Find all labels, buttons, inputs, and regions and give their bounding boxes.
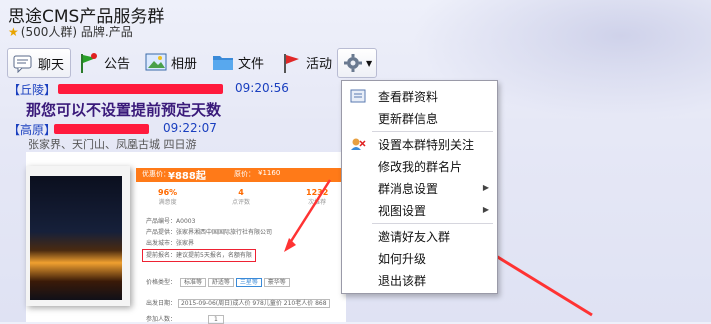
menu-item-update-group-info[interactable]: 更新群信息 (378, 110, 438, 127)
arrow-to-field (286, 179, 332, 247)
menu-separator (372, 223, 493, 224)
group-info-icon (350, 89, 366, 103)
menu-item-special-follow[interactable]: 设置本群特别关注 (378, 136, 474, 153)
menu-item-invite-friends[interactable]: 邀请好友入群 (378, 228, 450, 245)
menu-item-view-settings[interactable]: 视图设置 (378, 202, 426, 219)
menu-item-message-settings[interactable]: 群消息设置 (378, 180, 438, 197)
menu-item-edit-group-card[interactable]: 修改我的群名片 (378, 158, 462, 175)
menu-item-exit-group[interactable]: 退出该群 (378, 272, 426, 289)
submenu-arrow-icon: ▶ (482, 183, 489, 192)
group-context-menu: 查看群资料 更新群信息 设置本群特别关注 修改我的群名片 群消息设置 ▶ 视图设… (341, 80, 498, 294)
menu-item-view-group-info[interactable]: 查看群资料 (378, 88, 438, 105)
menu-separator (372, 131, 493, 132)
special-follow-icon (350, 137, 366, 151)
arrowhead (284, 238, 296, 252)
submenu-arrow-icon: ▶ (482, 205, 489, 214)
menu-item-how-to-upgrade[interactable]: 如何升级 (378, 250, 426, 267)
